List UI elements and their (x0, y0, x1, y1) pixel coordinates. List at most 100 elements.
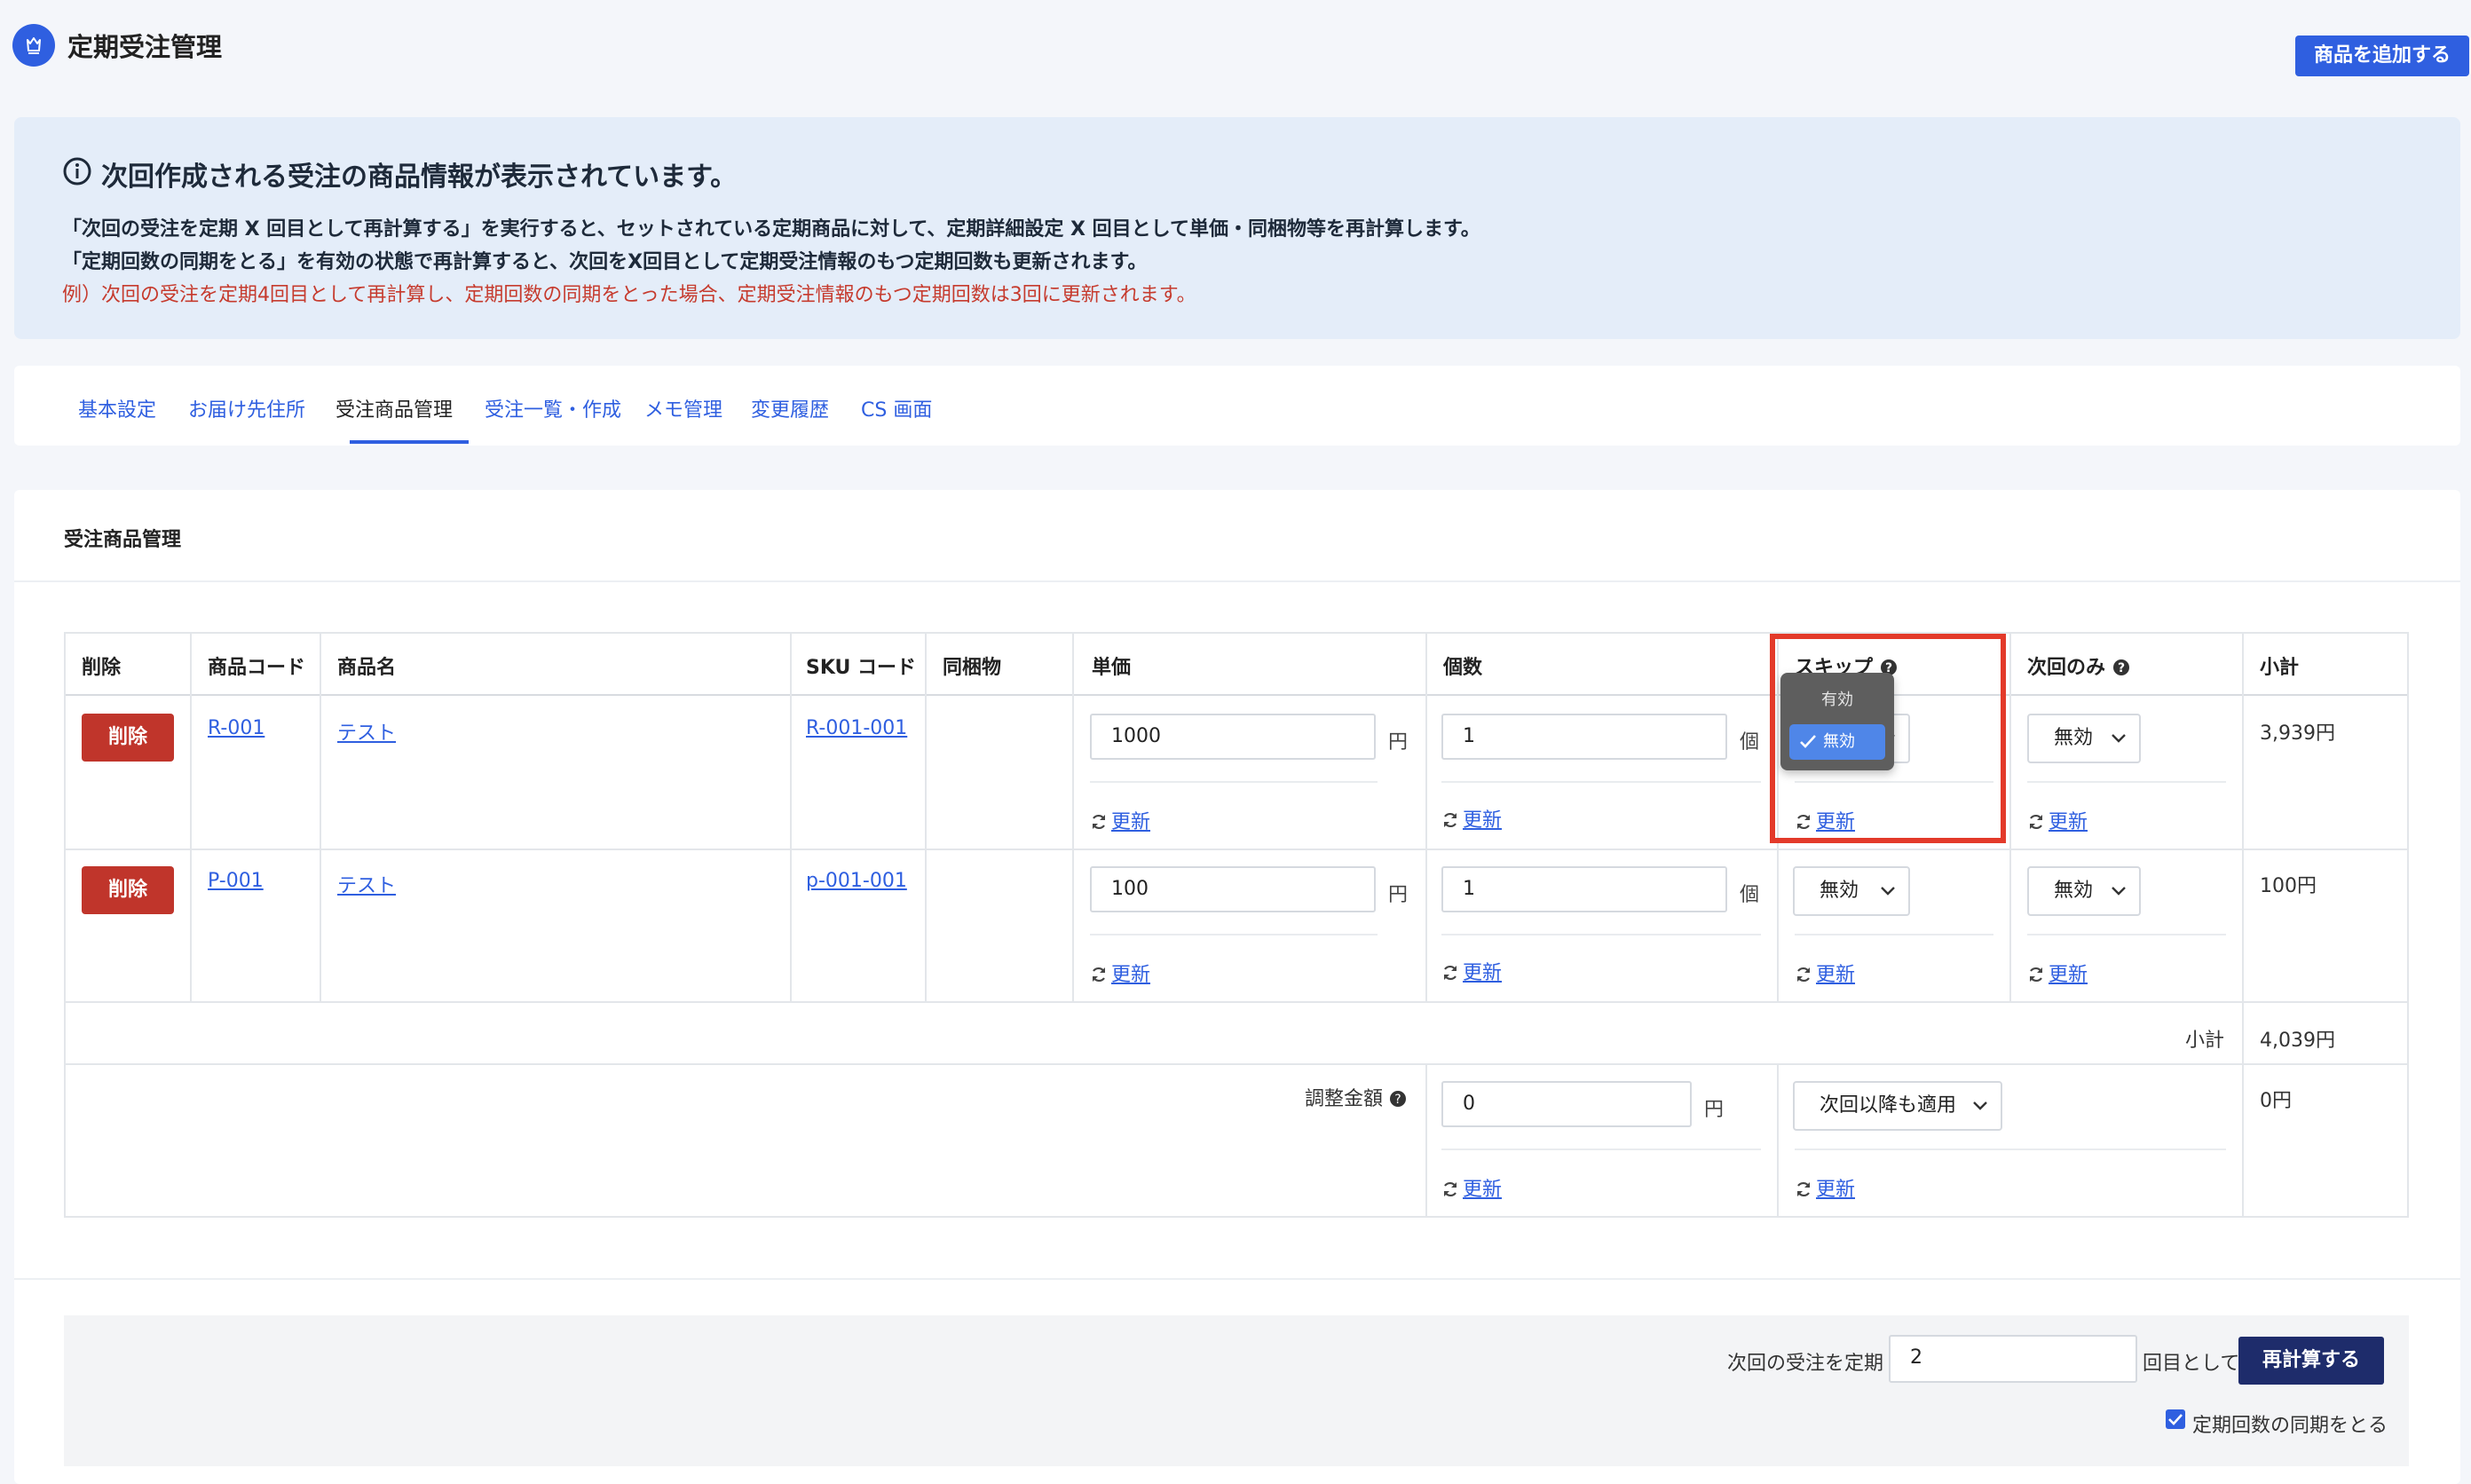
next-only-select[interactable]: 無効 (2027, 714, 2141, 763)
cell-divider (2027, 781, 2226, 783)
table-border (64, 1063, 2409, 1065)
col-header-bundle: 同梱物 (943, 657, 1002, 679)
info-title: 次回作成される受注の商品情報が表示されています。 (101, 162, 738, 193)
table-border (64, 849, 2409, 850)
col-header-product-name: 商品名 (337, 657, 397, 679)
update-quantity-link[interactable]: 更新 (1441, 804, 1502, 833)
recalc-count-input[interactable]: 2 (1889, 1335, 2137, 1383)
col-header-next-only: 次回のみ ? (2027, 651, 2130, 680)
highlight-box (1770, 634, 2006, 843)
tab-cs-screen[interactable]: CS 画面 (861, 394, 932, 422)
table-border (925, 632, 927, 1003)
next-only-select[interactable]: 無効 (2027, 866, 2141, 916)
refresh-icon (1444, 812, 1457, 828)
cell-divider (2027, 934, 2226, 935)
piece-unit: 個 (1740, 731, 1760, 754)
update-price-link[interactable]: 更新 (1090, 806, 1150, 834)
update-next-only-link[interactable]: 更新 (2027, 959, 2088, 987)
update-label: 更新 (1463, 809, 1503, 832)
recalc-prefix-label: 次回の受注を定期 (1727, 1353, 1884, 1375)
active-tab-indicator (350, 440, 469, 444)
subtotal-value: 4,039円 (2260, 1030, 2335, 1052)
app-logo-icon (12, 24, 55, 67)
update-label: 更新 (1111, 964, 1151, 986)
update-label: 更新 (1463, 962, 1503, 984)
update-price-link[interactable]: 更新 (1090, 959, 1150, 987)
sku-link[interactable]: p-001-001 (806, 870, 907, 892)
unit-price-input[interactable]: 100 (1090, 866, 1376, 912)
product-name-link[interactable]: テスト (337, 717, 396, 746)
yen-unit: 円 (1704, 1099, 1725, 1121)
update-label: 更新 (1816, 1179, 1856, 1201)
page-title: 定期受注管理 (67, 32, 223, 62)
adjust-apply-select[interactable]: 次回以降も適用 (1793, 1081, 2002, 1131)
table-border (64, 632, 2409, 634)
update-adjust-amount-link[interactable]: 更新 (1441, 1173, 1502, 1202)
sku-link[interactable]: R-001-001 (806, 717, 907, 739)
tab-order-products[interactable]: 受注商品管理 (336, 394, 453, 422)
refresh-icon (1093, 814, 1105, 830)
skip-select-value: 無効 (1820, 880, 1859, 902)
tab-history[interactable]: 変更履歴 (751, 394, 829, 422)
col-header-sku: SKU コード (806, 657, 917, 679)
tab-delivery-address[interactable]: お届け先住所 (188, 394, 305, 422)
refresh-icon (2030, 967, 2042, 983)
divider (14, 580, 2460, 582)
col-header-delete: 削除 (82, 657, 122, 679)
update-label: 更新 (2049, 811, 2088, 833)
yen-unit: 円 (1388, 731, 1409, 754)
product-code-link[interactable]: R-001 (208, 717, 264, 739)
table-border (64, 1216, 2409, 1218)
adjust-amount-input[interactable]: 0 (1441, 1081, 1692, 1127)
table-border (2242, 632, 2244, 1218)
table-border (1425, 632, 1427, 1003)
adjust-amount-text: 調整金額 (1305, 1088, 1384, 1110)
table-border (1072, 632, 1074, 1003)
product-name-link[interactable]: テスト (337, 870, 396, 898)
info-icon (62, 156, 92, 190)
recalc-suffix-label: 回目として (2143, 1353, 2240, 1375)
next-only-select-value: 無効 (2054, 727, 2094, 749)
update-quantity-link[interactable]: 更新 (1441, 957, 1502, 985)
quantity-input[interactable]: 1 (1441, 866, 1727, 912)
cell-divider (1441, 934, 1761, 935)
adjust-apply-value: 次回以降も適用 (1820, 1094, 1957, 1117)
sync-count-label: 定期回数の同期をとる (2192, 1415, 2388, 1437)
help-icon[interactable]: ? (1389, 1090, 1407, 1108)
table-border (1777, 1063, 1779, 1218)
help-icon[interactable]: ? (2112, 659, 2130, 676)
cell-divider (1441, 1149, 1761, 1150)
next-only-select-value: 無効 (2054, 880, 2094, 902)
info-line-2: 「定期回数の同期をとる」を有効の状態で再計算すると、次回をX回目として定期受注情… (62, 251, 1148, 273)
tab-basic-settings[interactable]: 基本設定 (78, 394, 156, 422)
table-border (64, 1001, 2409, 1003)
skip-select[interactable]: 無効 (1793, 866, 1910, 916)
refresh-icon (1444, 1181, 1457, 1197)
tab-order-list[interactable]: 受注一覧・作成 (485, 394, 621, 422)
recalculate-button[interactable]: 再計算する (2238, 1337, 2384, 1385)
quantity-input[interactable]: 1 (1441, 714, 1727, 760)
update-adjust-apply-link[interactable]: 更新 (1795, 1173, 1855, 1202)
add-product-button[interactable]: 商品を追加する (2295, 36, 2469, 76)
update-skip-link[interactable]: 更新 (1795, 959, 1855, 987)
refresh-icon (1797, 1181, 1810, 1197)
refresh-icon (1444, 965, 1457, 981)
cell-divider (1090, 934, 1378, 935)
adjust-amount-label: 調整金額 ? (1305, 1083, 1407, 1111)
col-header-quantity: 個数 (1443, 657, 1483, 679)
unit-price-input[interactable]: 1000 (1090, 714, 1376, 760)
yen-unit: 円 (1388, 884, 1409, 906)
update-next-only-link[interactable]: 更新 (2027, 806, 2088, 834)
delete-button[interactable]: 削除 (82, 714, 174, 762)
row-subtotal: 100円 (2260, 875, 2317, 897)
sync-count-checkbox[interactable] (2166, 1409, 2185, 1429)
info-example-line: 例）次回の受注を定期4回目として再計算し、定期回数の同期をとった場合、定期受注情… (62, 284, 1196, 306)
subtotal-label: 小計 (2185, 1030, 2225, 1052)
delete-button[interactable]: 削除 (82, 866, 174, 914)
panel-title: 受注商品管理 (64, 529, 182, 551)
table-border (190, 632, 192, 1003)
table-border (64, 694, 2409, 696)
info-notice: 次回作成される受注の商品情報が表示されています。 「次回の受注を定期 X 回目と… (14, 117, 2460, 339)
product-code-link[interactable]: P-001 (208, 870, 264, 892)
tab-memo[interactable]: メモ管理 (644, 394, 722, 422)
